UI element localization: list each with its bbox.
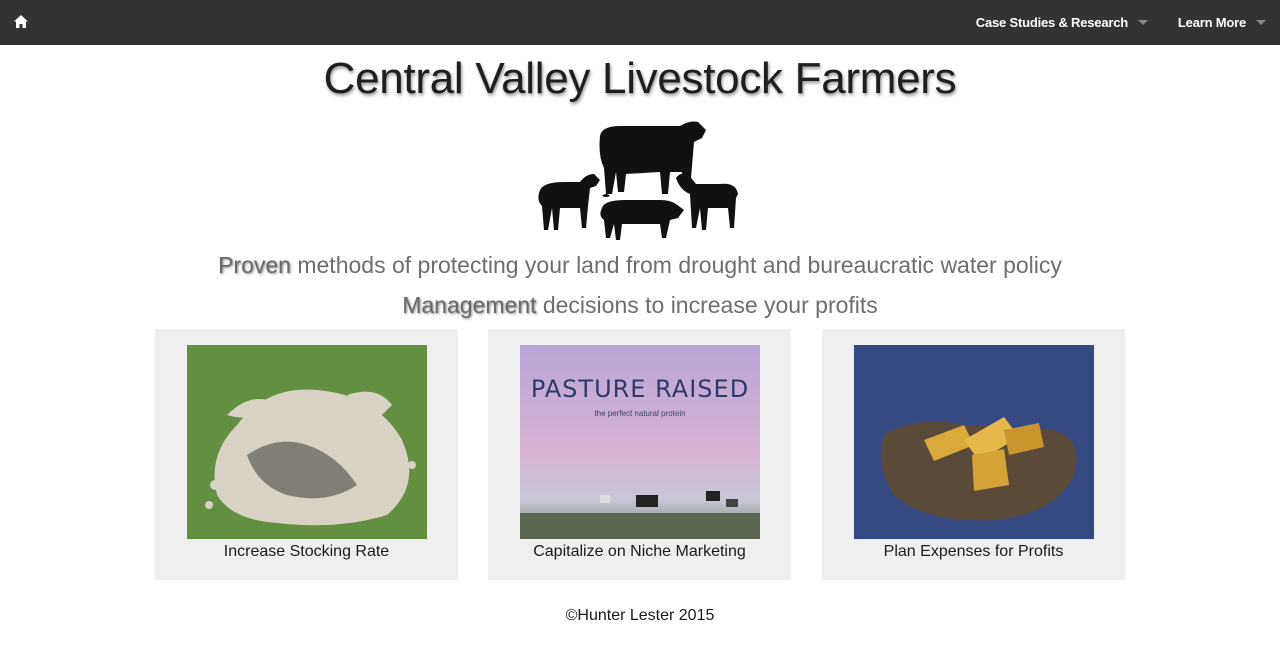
card-label[interactable]: Plan Expenses for Profits (822, 543, 1125, 561)
top-navbar: Case Studies & Research Learn More (0, 0, 1280, 45)
card-capitalize-niche-marketing[interactable]: PASTURE RAISED the perfect natural prote… (488, 329, 791, 580)
livestock-silhouette-logo (530, 116, 750, 246)
nav-case-studies-label: Case Studies & Research (975, 15, 1128, 30)
card-label[interactable]: Increase Stocking Rate (155, 543, 458, 561)
pasture-raised-heading: PASTURE RAISED (530, 375, 750, 403)
page-title: Central Valley Livestock Farmers (323, 54, 957, 103)
card-label[interactable]: Capitalize on Niche Marketing (488, 543, 791, 561)
tagline-text: methods of protecting your land from dro… (290, 252, 1062, 278)
nav-learn-more-label: Learn More (1177, 15, 1246, 30)
chevron-down-icon (1138, 20, 1148, 25)
tagline-management: Management decisions to increase your pr… (0, 292, 1280, 319)
gold-bars-in-hands-photo[interactable] (854, 345, 1094, 539)
card-increase-stocking-rate[interactable]: Increase Stocking Rate (155, 329, 458, 580)
sheep-flock-aerial-photo[interactable] (187, 345, 427, 539)
tagline-proven: Proven methods of protecting your land f… (0, 252, 1280, 279)
tagline-text: decisions to increase your profits (536, 292, 878, 318)
pasture-raised-photo[interactable]: PASTURE RAISED the perfect natural prote… (520, 345, 760, 539)
card-plan-expenses-for-profits[interactable]: Plan Expenses for Profits (822, 329, 1125, 580)
tagline-emphasis: Management (402, 292, 537, 318)
chevron-down-icon (1256, 20, 1266, 25)
nav-learn-more[interactable]: Learn More (1178, 15, 1266, 30)
footer-copyright: ©Hunter Lester 2015 (565, 607, 715, 624)
pasture-raised-subheading: the perfect natural protein (594, 409, 686, 418)
tagline-emphasis: Proven (218, 252, 291, 278)
nav-case-studies-research[interactable]: Case Studies & Research (976, 15, 1148, 30)
home-icon[interactable] (12, 13, 30, 31)
